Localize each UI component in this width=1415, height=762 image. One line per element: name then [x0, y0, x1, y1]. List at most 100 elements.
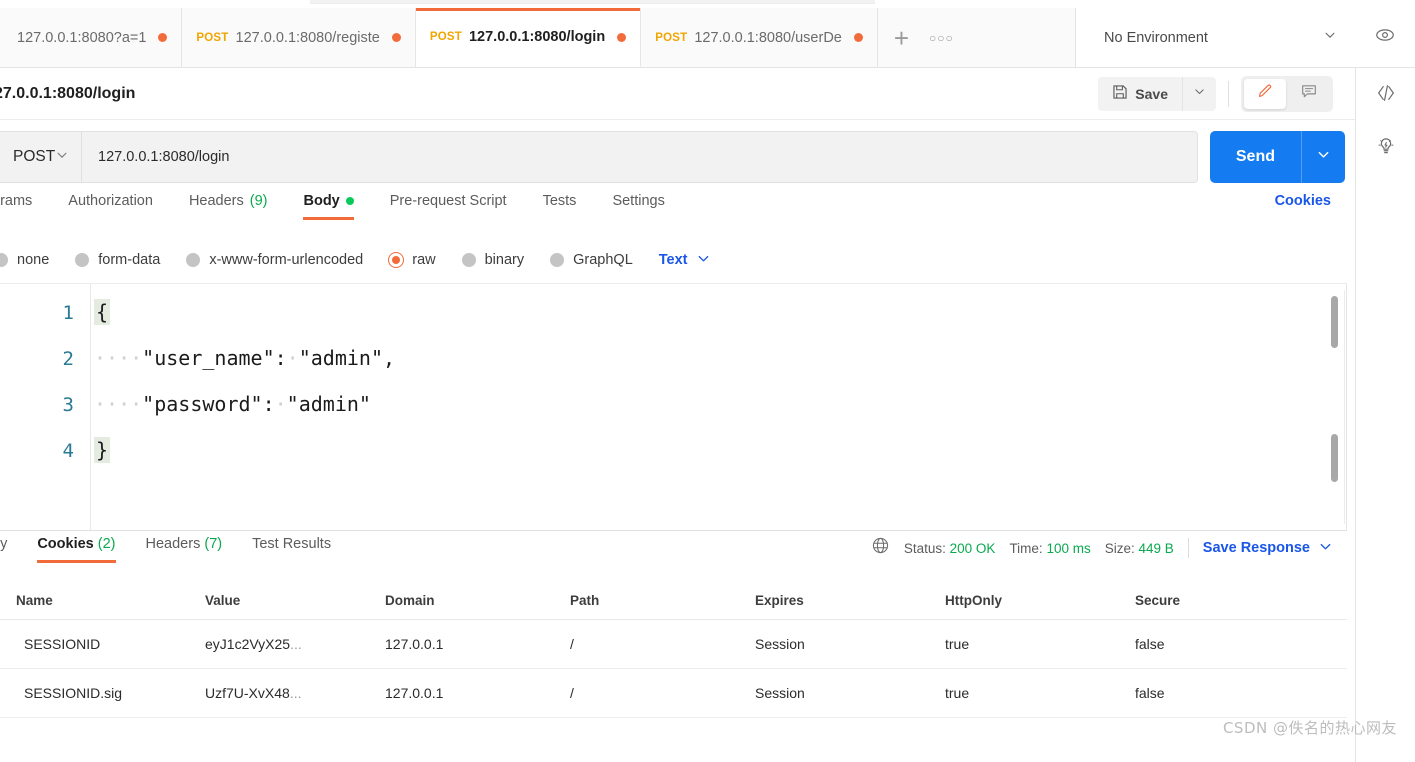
- column-header-value: Value: [205, 593, 385, 608]
- editor-code-area[interactable]: { ····"user_name":·"admin", ····"passwor…: [90, 284, 1346, 530]
- table-row[interactable]: SESSIONID.sig Uzf7U-XvX48... 127.0.0.1 /…: [0, 669, 1347, 718]
- chevron-down-icon: [1323, 28, 1337, 47]
- body-type-form-data[interactable]: form-data: [75, 252, 160, 268]
- http-method-selector[interactable]: POST: [0, 131, 81, 183]
- editor-scrollbar[interactable]: [1331, 292, 1338, 522]
- cell-httponly: true: [945, 685, 1135, 701]
- cell-value: eyJ1c2VyX25...: [205, 636, 385, 652]
- tab-body-label: Body: [303, 193, 339, 209]
- tab-headers[interactable]: Headers (9): [189, 193, 268, 220]
- url-input-value: 127.0.0.1:8080/login: [98, 149, 229, 165]
- response-tab-test-results[interactable]: Test Results: [252, 536, 331, 563]
- body-type-binary[interactable]: binary: [462, 252, 525, 268]
- save-options-button[interactable]: [1182, 77, 1216, 111]
- tab-params-label: arams: [0, 193, 32, 209]
- request-tab-3-unsaved-dot: [854, 33, 863, 42]
- tab-settings[interactable]: Settings: [612, 193, 664, 220]
- editor-gutter: 1 2 3 4: [0, 284, 90, 530]
- column-header-name: Name: [0, 593, 205, 608]
- send-options-button[interactable]: [1301, 131, 1345, 183]
- response-tab-cookies-count: (2): [98, 536, 116, 552]
- request-body-editor[interactable]: 1 2 3 4 { ····"user_name":·"admin", ····…: [0, 283, 1347, 531]
- cell-path: /: [570, 685, 755, 701]
- request-header-row: 27.0.0.1:8080/login Save: [0, 68, 1355, 120]
- save-button[interactable]: Save: [1098, 77, 1182, 111]
- body-type-raw[interactable]: raw: [389, 252, 435, 268]
- request-tab-1-label: 127.0.0.1:8080/registe: [236, 30, 380, 46]
- cookies-link[interactable]: Cookies: [1275, 193, 1355, 209]
- request-header-actions: Save: [1098, 76, 1355, 112]
- code-line-4: }: [94, 438, 110, 462]
- chevron-down-icon: [55, 148, 69, 167]
- request-tab-bar: 127.0.0.1:8080?a=1 POST 127.0.0.1:8080/r…: [0, 8, 1075, 68]
- tab-headers-label: Headers: [189, 193, 244, 209]
- cell-value-ellipsis: ...: [290, 685, 302, 701]
- chevron-down-icon: [696, 251, 711, 270]
- response-tab-body[interactable]: dy: [0, 536, 7, 563]
- editor-scrollbar-thumb-top[interactable]: [1331, 296, 1338, 348]
- status-label: Status:: [904, 541, 946, 556]
- body-type-raw-label: raw: [412, 252, 435, 268]
- cell-expires: Session: [755, 685, 945, 701]
- column-header-httponly: HttpOnly: [945, 593, 1135, 608]
- body-type-x-www-form-urlencoded[interactable]: x-www-form-urlencoded: [186, 252, 363, 268]
- body-type-x-www-form-urlencoded-label: x-www-form-urlencoded: [209, 252, 363, 268]
- tab-params[interactable]: arams: [0, 193, 32, 220]
- editor-scrollbar-thumb-bottom[interactable]: [1331, 434, 1338, 482]
- request-tab-2[interactable]: POST 127.0.0.1:8080/login: [416, 8, 641, 67]
- edit-mode-button[interactable]: [1244, 79, 1286, 109]
- new-tab-button[interactable]: +: [894, 25, 909, 51]
- request-tab-1-unsaved-dot: [392, 33, 401, 42]
- response-tab-headers-label: Headers: [146, 536, 201, 552]
- save-response-label: Save Response: [1203, 540, 1310, 556]
- column-header-secure: Secure: [1135, 593, 1325, 608]
- globe-icon[interactable]: [871, 536, 890, 560]
- tab-authorization-label: Authorization: [68, 193, 153, 209]
- comment-icon: [1300, 82, 1318, 105]
- floppy-disk-icon: [1112, 84, 1128, 103]
- tab-overflow-menu-button[interactable]: ○○○: [929, 31, 954, 45]
- request-tab-0[interactable]: 127.0.0.1:8080?a=1: [0, 8, 182, 67]
- line-number-3: 3: [63, 394, 74, 416]
- body-type-binary-label: binary: [485, 252, 525, 268]
- request-tab-3[interactable]: POST 127.0.0.1:8080/userDe: [641, 8, 877, 67]
- request-tab-3-method: POST: [655, 32, 687, 44]
- chevron-down-icon: [1318, 539, 1333, 558]
- request-tab-2-active-indicator: [416, 8, 640, 11]
- response-tab-cookies-label: Cookies: [37, 536, 93, 552]
- tab-pre-request-script[interactable]: Pre-request Script: [390, 193, 507, 220]
- cell-path: /: [570, 636, 755, 652]
- environment-selector[interactable]: No Environment: [1076, 28, 1355, 47]
- tab-headers-count: (9): [250, 193, 268, 209]
- cookies-table-header: Name Value Domain Path Expires HttpOnly …: [0, 582, 1347, 620]
- column-header-domain: Domain: [385, 593, 570, 608]
- environment-quick-look-button[interactable]: [1355, 24, 1415, 51]
- documentation-button[interactable]: [1375, 135, 1397, 162]
- body-type-none[interactable]: none: [0, 252, 49, 268]
- body-format-selector[interactable]: Text: [659, 251, 711, 270]
- tab-tests[interactable]: Tests: [543, 193, 577, 220]
- cell-domain: 127.0.0.1: [385, 636, 570, 652]
- cell-value-text: eyJ1c2VyX25: [205, 636, 290, 652]
- cell-value-ellipsis: ...: [290, 636, 302, 652]
- comment-mode-button[interactable]: [1288, 79, 1330, 109]
- body-type-graphql-label: GraphQL: [573, 252, 633, 268]
- radio-icon: [550, 253, 564, 267]
- code-snippet-button[interactable]: [1375, 82, 1397, 109]
- table-row[interactable]: SESSIONID eyJ1c2VyX25... 127.0.0.1 / Ses…: [0, 620, 1347, 669]
- toolbar-divider: [1228, 81, 1229, 107]
- tab-tests-label: Tests: [543, 193, 577, 209]
- save-response-button[interactable]: Save Response: [1203, 539, 1333, 558]
- tab-authorization[interactable]: Authorization: [68, 193, 153, 220]
- request-section-tabs: arams Authorization Headers (9) Body Pre…: [0, 193, 1355, 233]
- cell-name: SESSIONID: [0, 636, 205, 652]
- url-input[interactable]: 127.0.0.1:8080/login: [81, 131, 1198, 183]
- request-tab-1[interactable]: POST 127.0.0.1:8080/registe: [182, 8, 415, 67]
- response-tab-headers[interactable]: Headers (7): [146, 536, 223, 563]
- body-type-graphql[interactable]: GraphQL: [550, 252, 633, 268]
- column-header-path: Path: [570, 593, 755, 608]
- send-button[interactable]: Send: [1210, 131, 1301, 183]
- response-tab-cookies[interactable]: Cookies (2): [37, 536, 115, 563]
- postman-app-window: 127.0.0.1:8080?a=1 POST 127.0.0.1:8080/r…: [0, 0, 1415, 762]
- tab-body[interactable]: Body: [303, 193, 353, 220]
